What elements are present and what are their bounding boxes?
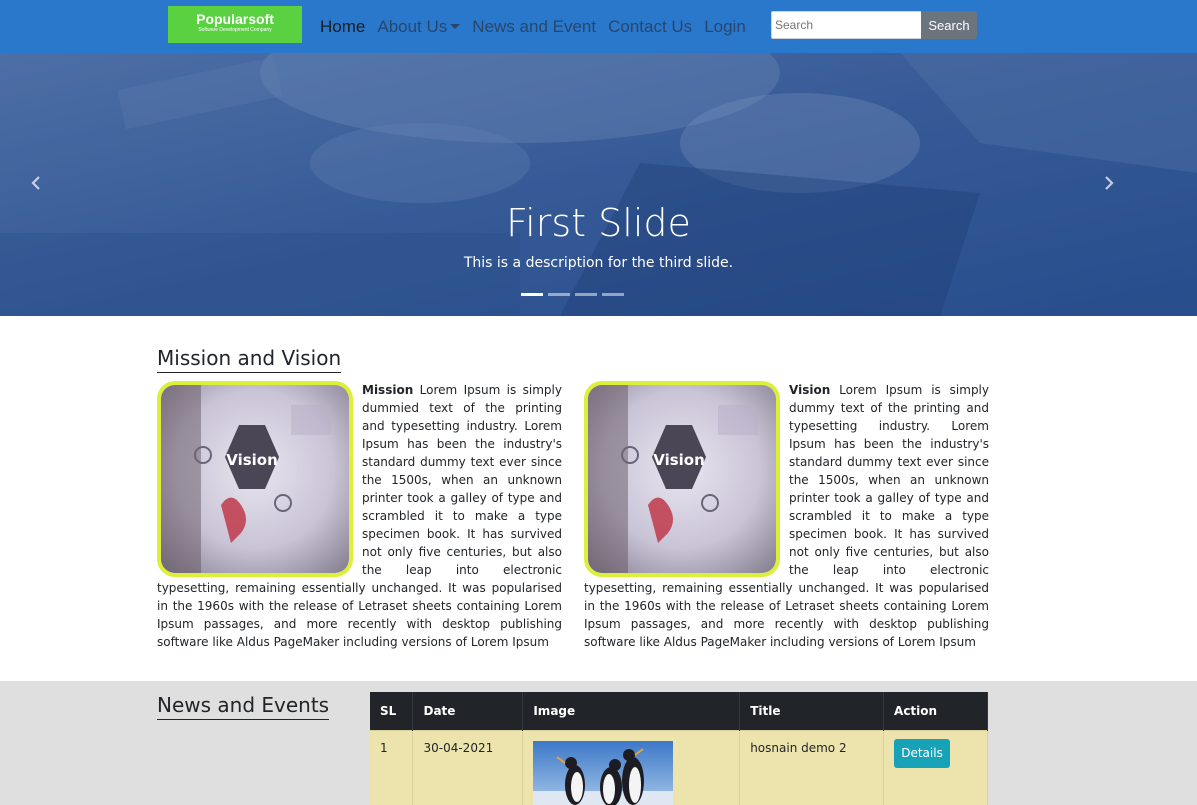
column-header-action: Action: [883, 692, 988, 730]
column-header-date: Date: [412, 692, 524, 730]
cell-action: Details: [883, 729, 988, 805]
mission-vision-heading: Mission and Vision: [157, 346, 342, 373]
carousel-prev-control[interactable]: [28, 175, 44, 191]
table-header-row: SL Date Image Title Action: [370, 692, 988, 730]
mission-image-label: Vision: [226, 451, 278, 469]
column-header-title: Title: [739, 692, 885, 730]
navbar: Popularsoft Software Development Company…: [0, 0, 1197, 53]
mission-label: Mission: [362, 383, 414, 397]
carousel-indicator[interactable]: [521, 293, 543, 296]
cell-sl: 1: [370, 729, 414, 805]
cell-image: [522, 729, 741, 805]
nav-news-and-event[interactable]: News and Event: [472, 17, 596, 37]
table-row: 1 30-04-2021 hosnain demo 2 Details: [370, 729, 988, 805]
nav-about-us-dropdown[interactable]: About Us: [377, 17, 461, 37]
column-header-image: Image: [522, 692, 741, 730]
carousel-slide-description: This is a description for the third slid…: [463, 255, 734, 271]
carousel-next-control[interactable]: [1101, 175, 1117, 191]
nav-about-us-label: About Us: [377, 17, 448, 36]
nav-home[interactable]: Home: [320, 17, 365, 37]
logo-subtitle: Software Development Company: [198, 27, 272, 33]
news-table: SL Date Image Title Action 1 30-04-2021: [370, 692, 988, 805]
carousel-indicator[interactable]: [575, 293, 597, 296]
chevron-right-icon: [1105, 176, 1114, 190]
carousel-overlay: [0, 53, 1197, 316]
nav-contact-us[interactable]: Contact Us: [608, 17, 692, 37]
carousel-indicator[interactable]: [602, 293, 624, 296]
carousel-indicator[interactable]: [548, 293, 570, 296]
brand-logo[interactable]: Popularsoft Software Development Company: [168, 6, 302, 43]
column-header-sl: SL: [370, 692, 414, 730]
search-input[interactable]: [771, 11, 922, 39]
cell-date: 30-04-2021: [412, 729, 524, 805]
news-thumbnail-image[interactable]: [533, 740, 674, 805]
hero-carousel: First Slide This is a description for th…: [0, 53, 1197, 316]
mission-image: Vision: [157, 381, 353, 577]
logo-title: Popularsoft: [196, 11, 274, 27]
search-button[interactable]: Search: [921, 11, 977, 39]
cell-title: hosnain demo 2: [739, 729, 885, 805]
vision-image-label: Vision: [653, 451, 705, 469]
carousel-slide-title: First Slide: [506, 201, 691, 245]
news-events-heading: News and Events: [157, 693, 330, 720]
caret-down-icon: [450, 24, 461, 29]
nav-login[interactable]: Login: [704, 17, 746, 37]
chevron-left-icon: [31, 176, 40, 190]
mission-block: Vision Mission Lorem Ipsum is simply dum…: [157, 381, 562, 651]
vision-image: Vision: [584, 381, 780, 577]
vision-block: Vision Vision Lorem Ipsum is simply dumm…: [584, 381, 989, 651]
carousel-indicators: [521, 293, 629, 296]
nav-links: Home About Us News and Event Contact Us …: [320, 14, 758, 40]
vision-label: Vision: [789, 383, 831, 397]
details-button[interactable]: Details: [894, 738, 951, 768]
